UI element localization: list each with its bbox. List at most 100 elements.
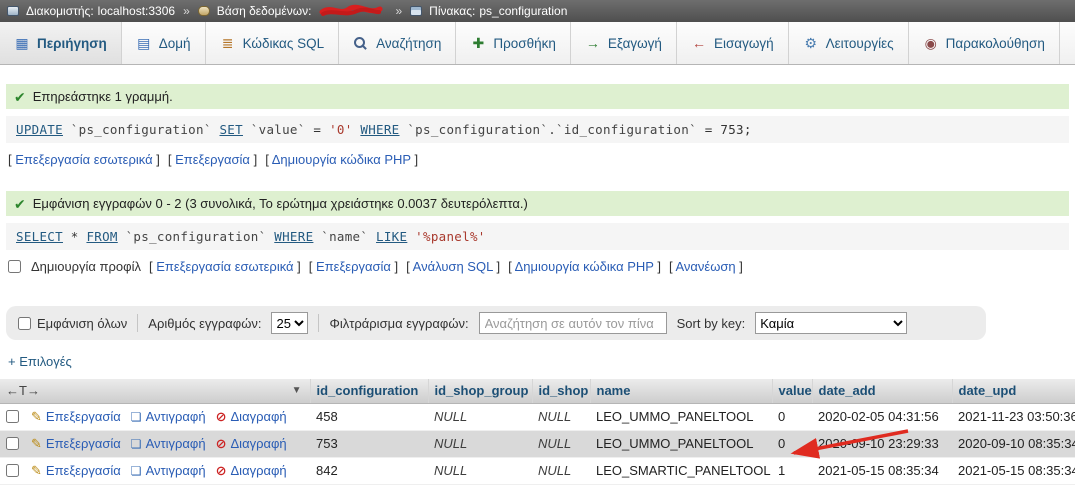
cell-date_add: 2021-05-15 08:35:34 [812,457,952,485]
tab-label: Λειτουργίες [825,35,894,51]
cell-id_shop_group: NULL [428,403,532,431]
profiling-checkbox[interactable] [8,260,21,273]
sql-token: ; [743,122,752,137]
sql-keyword-link[interactable]: FROM [86,229,117,244]
edit-row-link[interactable]: Επεξεργασία [31,409,121,424]
show-all-control[interactable]: Εμφάνιση όλων [18,316,127,331]
tab-insert[interactable]: Προσθήκη [456,22,571,64]
server-link[interactable]: localhost:3306 [98,4,175,18]
query1-actions: [ Επεξεργασία εσωτερικά ] [ Επεξεργασία ]… [8,152,1067,167]
sort-descending-icon[interactable]: ▼ [292,385,302,396]
column-header-id_configuration[interactable]: id_configuration [310,379,429,404]
pencil-icon [31,410,42,423]
breadcrumb-separator: » [395,4,403,18]
action-link[interactable]: Ανάλυση SQL [413,259,493,274]
cell-date_upd: 2021-11-23 03:50:36 [952,403,1075,431]
profiling-row: Δημιουργία προφίλ [ Επεξεργασία εσωτερικ… [8,259,1067,274]
tab-browse[interactable]: Περιήγηση [0,22,122,64]
row-select-checkbox[interactable] [6,464,19,477]
results-table: ←T→ ▼ id_configuration id_shop_group id_shop… [0,379,1075,485]
sql-token: '%panel%' [407,229,486,244]
copy-icon [131,438,142,450]
edit-row-link[interactable]: Επεξεργασία [31,436,121,451]
sql-keyword-link[interactable]: WHERE [360,122,399,137]
copy-row-link[interactable]: Αντιγραφή [131,463,206,478]
column-header-id_shop_group[interactable]: id_shop_group [428,379,533,404]
bracketed-action: [ Επεξεργασία ] [167,152,258,167]
cell-name: LEO_UMMO_PANELTOOL [590,430,772,458]
delete-row-link[interactable]: Διαγραφή [216,463,287,478]
filter-input[interactable] [478,312,667,334]
query2-sql: SELECT * FROM `ps_configuration` WHERE `… [16,229,486,244]
action-link[interactable]: Δημιουργία κώδικα PHP [272,152,411,167]
edit-row-link[interactable]: Επεξεργασία [31,463,121,478]
sql-token: '0' [329,122,353,137]
profiling-label: Δημιουργία προφίλ [31,259,141,274]
pencil-icon [31,437,42,450]
tab-label: Αναζήτηση [376,35,442,51]
cell-date_add: 2020-09-10 23:29:33 [812,430,952,458]
sql-keyword-link[interactable]: UPDATE [16,122,63,137]
table-icon [410,6,423,16]
column-header-name[interactable]: name [590,379,773,404]
action-link[interactable]: Επεξεργασία εσωτερικά [15,152,152,167]
action-link[interactable]: Ανανέωση [675,259,735,274]
column-header-corner: ←T→ ▼ [0,379,311,404]
tab-label: Κώδικας SQL [242,35,325,51]
tab-partial[interactable] [1059,22,1075,64]
breadcrumb-database: Βάση δεδομένων: [197,3,388,19]
sql-token: = [704,122,721,137]
tab-tracking[interactable]: Παρακολούθηση [908,22,1060,64]
sql-keyword-link[interactable]: SET [219,122,242,137]
tab-operations[interactable]: Λειτουργίες [788,22,909,64]
cell-id_shop: NULL [532,430,590,458]
query1-links: [ Επεξεργασία εσωτερικά ] [ Επεξεργασία ]… [8,152,418,167]
action-link[interactable]: Επεξεργασία [316,259,391,274]
row-actions-cell: Επεξεργασία Αντιγραφή Διαγραφή [0,457,310,485]
options-toggle[interactable]: + Επιλογές [8,354,1067,369]
sql-keyword-link[interactable]: WHERE [274,229,313,244]
results-toolbar: Εμφάνιση όλων Αριθμός εγγραφών: 25 Φιλτρ… [6,306,986,340]
num-rows-select[interactable]: 25 [271,312,309,334]
row-toggle-arrows[interactable]: ←T→ [6,383,40,398]
column-header-date_add[interactable]: date_add [812,379,953,404]
action-link[interactable]: Επεξεργασία [175,152,250,167]
copy-row-link[interactable]: Αντιγραφή [131,436,206,451]
row-select-checkbox[interactable] [6,437,19,450]
bracketed-action: [ Επεξεργασία εσωτερικά ] [148,259,301,274]
table-label: Πίνακας: [429,4,476,18]
table-link[interactable]: ps_configuration [479,4,567,18]
structure-icon [136,36,152,51]
success-text-1: Επηρεάστηκε 1 γραμμή. [32,89,173,104]
delete-row-link[interactable]: Διαγραφή [216,436,287,451]
row-actions-cell: Επεξεργασία Αντιγραφή Διαγραφή [0,403,310,431]
database-label: Βάση δεδομένων: [216,4,312,18]
delete-row-link[interactable]: Διαγραφή [216,409,287,424]
sql-keyword-link[interactable]: SELECT [16,229,63,244]
sql-keyword-link[interactable]: LIKE [376,229,407,244]
cell-date_upd: 2020-09-10 08:35:34 [952,430,1075,458]
query1-sql: UPDATE `ps_configuration` SET `value` = … [16,122,752,137]
show-all-checkbox[interactable] [18,316,31,330]
tab-label: Εξαγωγή [607,35,662,51]
tab-sql[interactable]: Κώδικας SQL [205,22,340,64]
copy-icon [131,465,142,477]
cell-id_configuration: 753 [310,430,428,458]
tab-structure[interactable]: Δομή [121,22,206,64]
column-header-date_upd[interactable]: date_upd [952,379,1075,404]
column-header-id_shop[interactable]: id_shop [532,379,591,404]
column-header-value[interactable]: value [772,379,813,404]
row-select-checkbox[interactable] [6,410,19,423]
sql-box-2: SELECT * FROM `ps_configuration` WHERE `… [6,223,1069,250]
filter-label: Φιλτράρισμα εγγραφών: [329,315,469,331]
bracketed-action: [ Επεξεργασία εσωτερικά ] [8,152,160,167]
action-link[interactable]: Δημιουργία κώδικα PHP [515,259,654,274]
tab-export[interactable]: Εξαγωγή [570,22,677,64]
sort-key-select[interactable]: Καμία [755,312,908,334]
copy-row-link[interactable]: Αντιγραφή [131,409,206,424]
breadcrumb-separator: » [183,4,190,18]
tab-import[interactable]: Εισαγωγή [676,22,789,64]
action-link[interactable]: Επεξεργασία εσωτερικά [156,259,293,274]
tab-search[interactable]: Αναζήτηση [339,22,457,64]
edit-row-link-label: Επεξεργασία [45,463,121,478]
